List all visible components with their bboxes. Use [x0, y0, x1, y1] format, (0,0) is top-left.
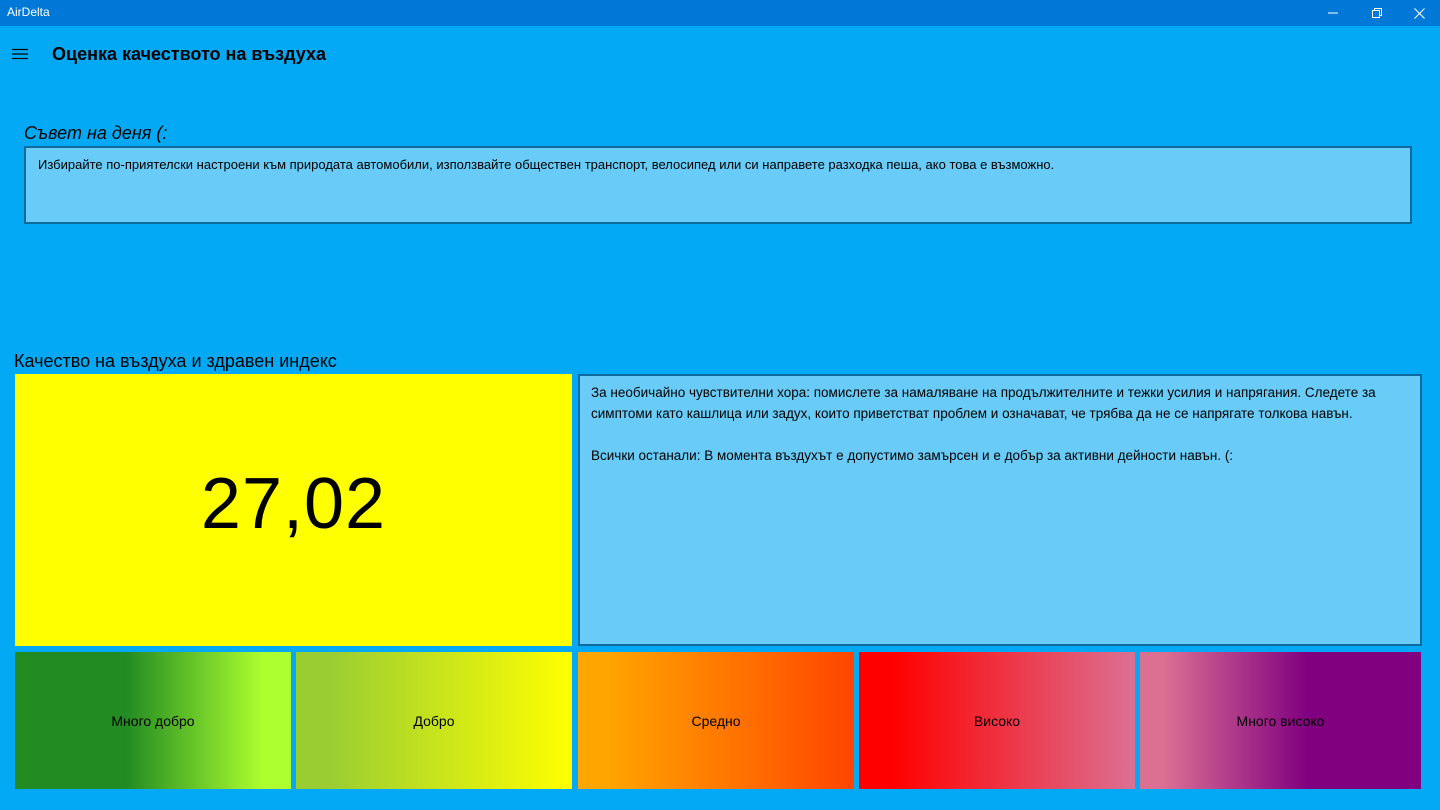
aqi-value: 27,02: [200, 464, 387, 544]
scale-label: Много добро: [111, 712, 195, 729]
menu-button[interactable]: [8, 44, 32, 64]
hamburger-icon: [12, 48, 28, 60]
minimize-button[interactable]: [1310, 0, 1356, 26]
scale-label: Високо: [973, 712, 1021, 729]
scale-label: Добро: [413, 712, 455, 729]
scale-good: Добро: [296, 652, 572, 789]
scale-high: Високо: [859, 652, 1135, 789]
aqi-value-tile: 27,02: [15, 374, 572, 646]
close-button[interactable]: [1396, 0, 1440, 26]
app-name: AirDelta: [7, 5, 50, 19]
restore-icon: [1372, 8, 1382, 18]
tip-label: Съвет на деня (:: [24, 123, 168, 143]
restore-button[interactable]: [1354, 0, 1400, 26]
title-bar: AirDelta: [0, 0, 1440, 26]
advice-sensitive: За необичайно чувствителни хора: помисле…: [591, 385, 1376, 421]
scale-very-high: Много високо: [1140, 652, 1421, 789]
scale-label: Много високо: [1236, 712, 1325, 729]
advice-general: Всички останали: В момента въздухът е до…: [591, 448, 1234, 463]
tip-box: Избирайте по-приятелски настроени към пр…: [24, 146, 1412, 224]
health-advice-text: За необичайно чувствителни хора: помисле…: [591, 382, 1411, 466]
close-icon: [1413, 7, 1425, 19]
tip-text: Избирайте по-приятелски настроени към пр…: [38, 157, 1055, 172]
health-advice-box: За необичайно чувствителни хора: помисле…: [578, 374, 1422, 646]
scale-label: Средно: [691, 712, 741, 729]
scale-very-good: Много добро: [15, 652, 291, 789]
scale-moderate: Средно: [578, 652, 854, 789]
minimize-icon: [1328, 12, 1338, 14]
aqi-section-label: Качество на въздуха и здравен индекс: [14, 351, 337, 371]
page-title: Оценка качеството на въздуха: [52, 44, 327, 64]
